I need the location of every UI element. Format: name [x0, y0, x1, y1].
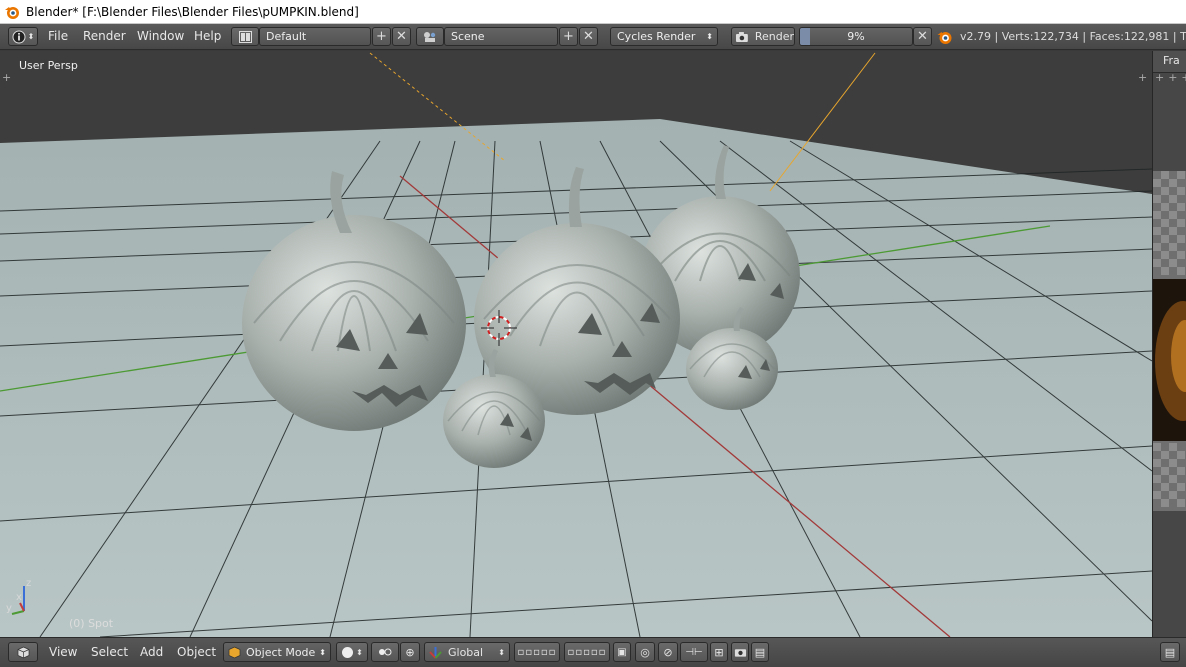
film-clapper-icon: ▤ [754, 645, 766, 659]
snap-toggle-button[interactable]: ⊘ [658, 642, 678, 662]
updown-arrow-icon: ⬍ [319, 647, 326, 657]
info-header: ⬍ File Render Window Help Default + ✕ Sc… [0, 24, 1186, 50]
viewport-shading-button[interactable]: ⬍ [336, 642, 368, 662]
menu-window[interactable]: Window [137, 29, 184, 43]
scene-icon [424, 31, 436, 42]
close-icon: ✕ [396, 29, 407, 44]
snap-element-dropdown[interactable]: ⊣⊢ [680, 642, 708, 662]
window-title: Blender* [F:\Blender Files\Blender Files… [26, 4, 359, 19]
layer-buttons-group-1[interactable]: ▫▫▫▫▫ [514, 642, 560, 662]
editor-type-button[interactable]: ⬍ [8, 27, 38, 46]
proportional-edit-button[interactable]: ◎ [635, 642, 655, 662]
image-editor-view-button[interactable]: ▤ [1160, 642, 1180, 662]
side-editor-header: Fra [1153, 51, 1186, 73]
active-object-label: (0) Spot [69, 617, 114, 630]
area-split-plus-icon: + [2, 71, 11, 84]
layer-buttons-group-2[interactable]: ▫▫▫▫▫ [564, 642, 610, 662]
lock-layers-button[interactable]: ▣ [613, 642, 631, 662]
screen-layout-name: Default [266, 30, 307, 43]
area-split-plus-icon: + [1138, 71, 1147, 84]
snap-target-icon: ⊞ [714, 645, 724, 659]
add-screen-button[interactable]: + [372, 27, 391, 46]
remove-screen-button[interactable]: ✕ [392, 27, 411, 46]
axis-label-x: x [16, 592, 22, 603]
axis-label-y: y [6, 603, 12, 614]
render-button[interactable]: Render [731, 27, 795, 46]
scene-statistics: v2.79 | Verts:122,734 | Faces:122,981 | … [960, 30, 1186, 43]
screen-layout-browse-button[interactable] [231, 27, 259, 46]
window-title-bar: Blender* [F:\Blender Files\Blender Files… [0, 0, 1186, 24]
updown-arrow-icon: ⬍ [706, 32, 713, 41]
menu-file[interactable]: File [48, 29, 68, 43]
add-scene-button[interactable]: + [559, 27, 578, 46]
viewport-scene: + + [0, 51, 1152, 637]
scene-name: Scene [451, 30, 485, 43]
opengl-render-animation-button[interactable]: ▤ [751, 642, 769, 662]
layers-grid-icon: ▫▫▫▫▫ [517, 646, 557, 658]
opengl-render-button[interactable] [731, 642, 749, 662]
camera-icon [735, 31, 748, 42]
menu-add[interactable]: Add [140, 645, 163, 659]
menu-view[interactable]: View [49, 645, 77, 659]
3d-viewport[interactable]: + + User Persp z x y (0) Spot [0, 51, 1152, 637]
transform-orientation-label: Global [448, 645, 484, 659]
view-label: User Persp [19, 59, 78, 72]
render-progress-bar: 9% [799, 27, 913, 46]
pivot-point-button[interactable] [371, 642, 399, 662]
blender-logo-icon [937, 32, 952, 44]
snap-increment-icon: ⊣⊢ [685, 646, 703, 658]
screen-layout-icon [238, 30, 252, 43]
transform-orientation-dropdown[interactable]: Global ⬍ [424, 642, 510, 662]
close-icon: ✕ [583, 29, 594, 44]
close-icon: ✕ [917, 29, 928, 44]
menu-select[interactable]: Select [91, 645, 128, 659]
pivot-point-icon [379, 648, 392, 655]
snap-target-button[interactable]: ⊞ [710, 642, 728, 662]
side-editor-header-label: Fra [1163, 54, 1180, 67]
transform-axes-icon [429, 646, 442, 659]
interaction-mode-label: Object Mode [246, 645, 316, 659]
interaction-mode-dropdown[interactable]: Object Mode ⬍ [223, 642, 331, 662]
render-engine-label: Cycles Render [617, 30, 696, 43]
menu-help[interactable]: Help [194, 29, 221, 43]
3d-view-header: View Select Add Object Object Mode ⬍ ⬍ ⊕… [0, 637, 1186, 667]
manipulator-toggle[interactable]: ⊕ [400, 642, 420, 662]
image-editor-icon: ▤ [1164, 645, 1176, 659]
camera-icon [734, 649, 746, 657]
scene-field[interactable]: Scene [444, 27, 558, 46]
render-progress-label: 9% [847, 30, 865, 43]
manipulator-icon: ⊕ [405, 645, 415, 659]
axis-label-z: z [26, 578, 32, 589]
layers-grid-icon: ▫▫▫▫▫ [567, 646, 607, 658]
render-preview-thumbnail [1153, 171, 1186, 511]
side-editor-panel[interactable]: Fra +++ [1152, 51, 1186, 637]
lock-icon: ▣ [617, 646, 627, 658]
scene-browse-button[interactable] [416, 27, 444, 46]
menu-object[interactable]: Object [177, 645, 216, 659]
object-mode-cube-icon [228, 646, 241, 658]
split-icons: +++ [1155, 71, 1186, 84]
render-button-label: Render [754, 30, 794, 43]
3d-view-cube-icon [17, 646, 29, 658]
magnet-icon: ⊘ [663, 645, 673, 659]
cancel-render-button[interactable]: ✕ [913, 27, 932, 46]
blender-logo-icon [5, 6, 19, 19]
plus-icon: + [563, 29, 574, 44]
updown-arrow-icon: ⬍ [356, 647, 363, 657]
proportional-edit-icon: ◎ [640, 645, 650, 659]
remove-scene-button[interactable]: ✕ [579, 27, 598, 46]
plus-icon: + [376, 29, 387, 44]
info-icon [12, 30, 26, 43]
render-engine-dropdown[interactable]: Cycles Render ⬍ [610, 27, 718, 46]
editor-type-button[interactable] [8, 642, 38, 662]
render-progress-fill [800, 28, 811, 45]
menu-render[interactable]: Render [83, 29, 126, 43]
screen-layout-field[interactable]: Default [259, 27, 371, 46]
updown-arrow-icon: ⬍ [498, 647, 505, 657]
solid-shading-icon [342, 646, 354, 658]
updown-arrow-icon: ⬍ [27, 32, 35, 41]
